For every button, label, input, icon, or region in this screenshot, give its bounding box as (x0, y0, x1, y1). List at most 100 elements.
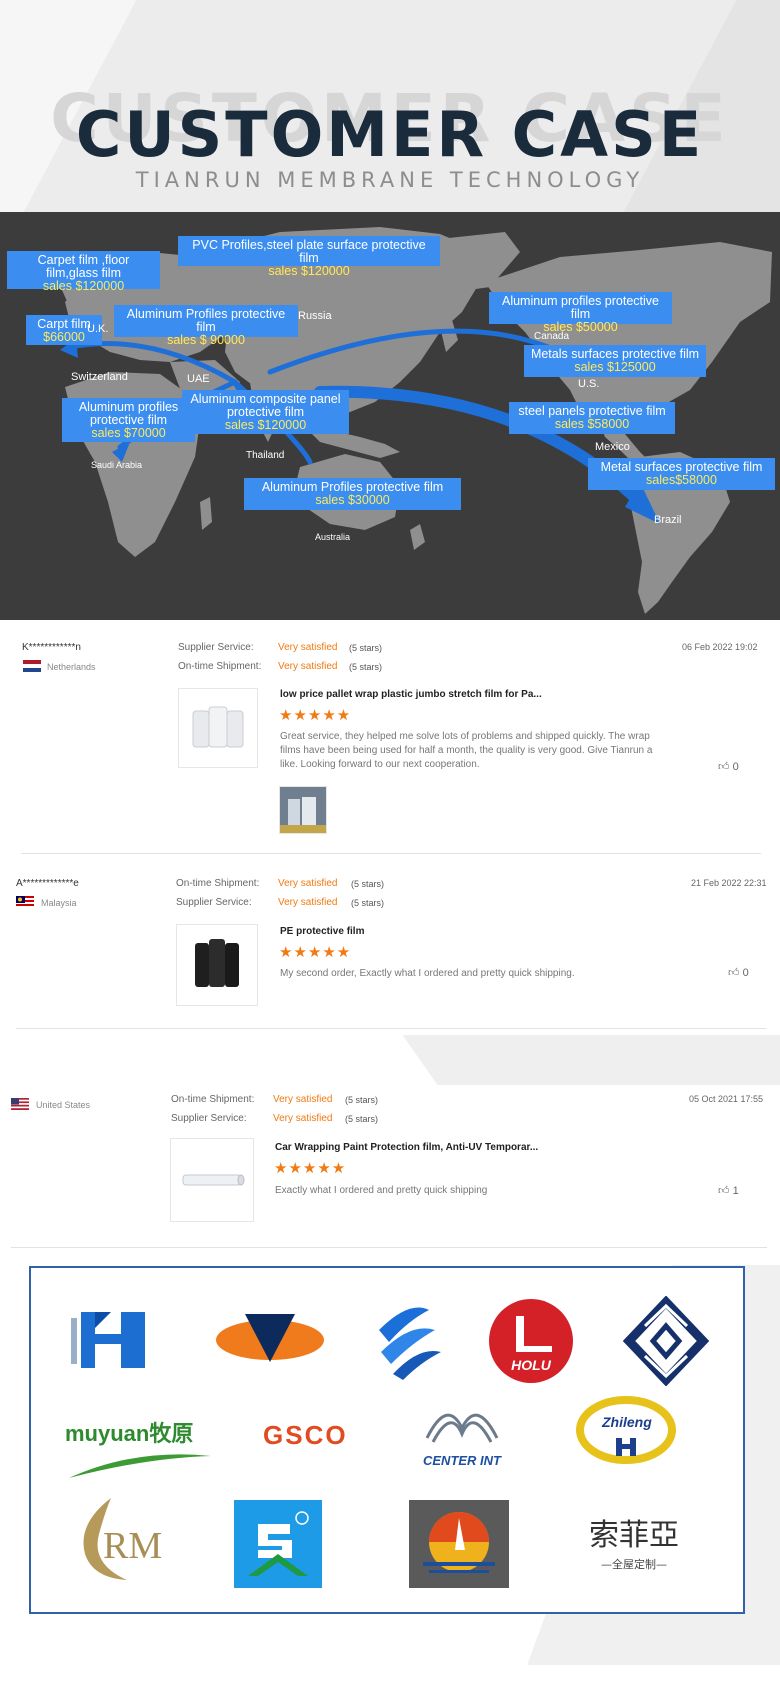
place-label: Mexico (595, 441, 630, 453)
like-button[interactable]: 👍︎ 1 (718, 1184, 739, 1197)
map-callout: Aluminum composite panel protective film… (182, 390, 349, 434)
rating-label: Supplier Service: (171, 1113, 247, 1124)
place-label: Russia (298, 310, 332, 322)
callout-title: steel panels protective film (518, 404, 666, 418)
zhileng-logo: Zhileng (576, 1394, 676, 1466)
map-callout: PVC Profiles,steel plate surface protect… (178, 224, 440, 278)
callout-title: Aluminum profiles protective film (78, 400, 179, 427)
rating-value: Very satisfied (278, 642, 338, 653)
thumbs-up-icon: 👍︎ (728, 967, 740, 979)
gsco-logo: GSCO (263, 1420, 348, 1451)
review-text: Great service, they helped me solve lots… (280, 731, 653, 770)
page-title: CUSTOMER CASE (75, 98, 705, 171)
flag-netherlands-icon (23, 660, 41, 672)
place-label: Switzerland (71, 371, 128, 383)
callout-sales: sales $120000 (224, 418, 307, 432)
rm-text: RM (103, 1525, 163, 1567)
green-s-logo (234, 1500, 322, 1588)
callout-sales: sales $120000 (42, 279, 125, 293)
divider (21, 853, 761, 854)
place-label: Saudi Arabia (91, 460, 143, 470)
orange-triangle-logo (216, 1314, 324, 1362)
zhileng-text: Zhileng (602, 1414, 652, 1430)
product-thumbnail[interactable] (176, 924, 258, 1006)
callout-sales: sales$58000 (646, 473, 717, 487)
sun-emblem-logo (409, 1500, 509, 1588)
like-button[interactable]: 👍︎ 0 (728, 966, 749, 979)
map-callout: Metals surfaces protective film sales $1… (524, 333, 706, 377)
rating-label: Supplier Service: (176, 897, 252, 908)
thumbs-up-icon: 👍︎ (718, 1185, 730, 1197)
callout-sales: sales $120000 (268, 264, 350, 278)
flag-malaysia-icon (16, 896, 34, 908)
review-photo[interactable] (279, 786, 327, 834)
rating-value: Very satisfied (273, 1094, 333, 1105)
review-text: My second order, Exactly what I ordered … (280, 968, 575, 979)
callout-sales: sales $50000 (543, 320, 618, 334)
muyuan-logo: muyuan牧原 (65, 1416, 215, 1486)
sofia-subtext: —全屋定制— (601, 1558, 667, 1571)
rating-value: Very satisfied (273, 1113, 333, 1124)
callout-title: Aluminum profiles protective film (501, 294, 659, 321)
reviewer-name: A*************e (16, 878, 79, 889)
blue-waves-logo (379, 1307, 441, 1380)
product-link[interactable]: low price pallet wrap plastic jumbo stre… (280, 689, 542, 700)
rating-stars-count: (5 stars) (349, 643, 383, 653)
product-link[interactable]: PE protective film (280, 926, 364, 937)
place-label: Canada (534, 331, 570, 342)
divider (11, 1247, 767, 1248)
callout-title: Aluminum Profiles protective film (261, 480, 444, 494)
callout-title: Carpet film ,floor film,glass film (37, 253, 130, 280)
rating-stars-count: (5 stars) (351, 898, 385, 908)
star-rating: ★★★★★ (274, 1160, 347, 1177)
wave-lines-icon (425, 1413, 499, 1443)
flag-united-states-icon (11, 1098, 29, 1110)
review-date: 06 Feb 2022 19:02 (682, 642, 758, 652)
rating-label: Supplier Service: (178, 642, 254, 653)
review-card: A*************e Malaysia On-time Shipmen… (6, 856, 772, 1031)
callout-title: Metal surfaces protective film (600, 460, 763, 474)
callout-sales: sales $58000 (554, 417, 630, 431)
review-text: Exactly what I ordered and pretty quick … (275, 1185, 488, 1196)
holu-text: HOLU (511, 1357, 552, 1373)
map-callout: Metal surfaces protective film sales$580… (588, 446, 775, 490)
muyuan-text: muyuan牧原 (65, 1421, 194, 1446)
black-film-rolls-image (195, 939, 239, 987)
client-logos-panel: HOLU muyuan牧原 GSCO CENTER INT Zhileng RM… (29, 1266, 745, 1614)
place-label: U.K. (87, 323, 109, 335)
rm-logo: RM (71, 1494, 181, 1584)
map-callout: steel panels protective film sales $5800… (509, 390, 675, 434)
review-card: K************n Netherlands Supplier Serv… (6, 620, 772, 855)
reviewer-name: K************n (22, 642, 81, 653)
callout-title: Carpt film (37, 317, 91, 331)
place-label: UAE (187, 373, 210, 385)
divider (16, 1028, 766, 1029)
callout-sales: sales $ 90000 (167, 333, 245, 347)
product-thumbnail[interactable] (170, 1138, 254, 1222)
product-thumbnail[interactable] (178, 688, 258, 768)
sofia-logo: 索菲亞 —全屋定制— (579, 1510, 689, 1572)
center-int-text: CENTER INT (423, 1453, 501, 1468)
rating-value: Very satisfied (278, 878, 338, 889)
callout-title: Aluminum composite panel protective film (190, 392, 341, 419)
like-count: 0 (732, 761, 739, 773)
product-link[interactable]: Car Wrapping Paint Protection film, Anti… (275, 1142, 538, 1153)
like-count: 0 (742, 967, 749, 979)
holu-logo: HOLU (489, 1299, 573, 1383)
place-label: U.S. (578, 378, 600, 390)
customer-world-map: Carpet film ,floor film,glass film sales… (0, 212, 780, 620)
sofia-text: 索菲亞 (589, 1518, 679, 1553)
green-swoosh-icon (69, 1454, 211, 1478)
film-rolls-image (192, 706, 244, 748)
rating-stars-count: (5 stars) (351, 879, 385, 889)
like-button[interactable]: 👍︎ 0 (718, 760, 739, 773)
map-callout: Carpet film ,floor film,glass film sales… (7, 251, 160, 293)
map-callout: Aluminum profiles protective film sales … (62, 398, 195, 442)
zhileng-emblem-icon (576, 1396, 676, 1464)
callout-title: PVC Profiles,steel plate surface protect… (192, 238, 426, 265)
callout-title: Metals surfaces protective film (530, 347, 700, 361)
center-int-logo: CENTER INT (417, 1398, 507, 1468)
clear-film-roll-image (182, 1174, 245, 1186)
star-rating: ★★★★★ (279, 707, 352, 724)
rating-stars-count: (5 stars) (349, 662, 383, 672)
